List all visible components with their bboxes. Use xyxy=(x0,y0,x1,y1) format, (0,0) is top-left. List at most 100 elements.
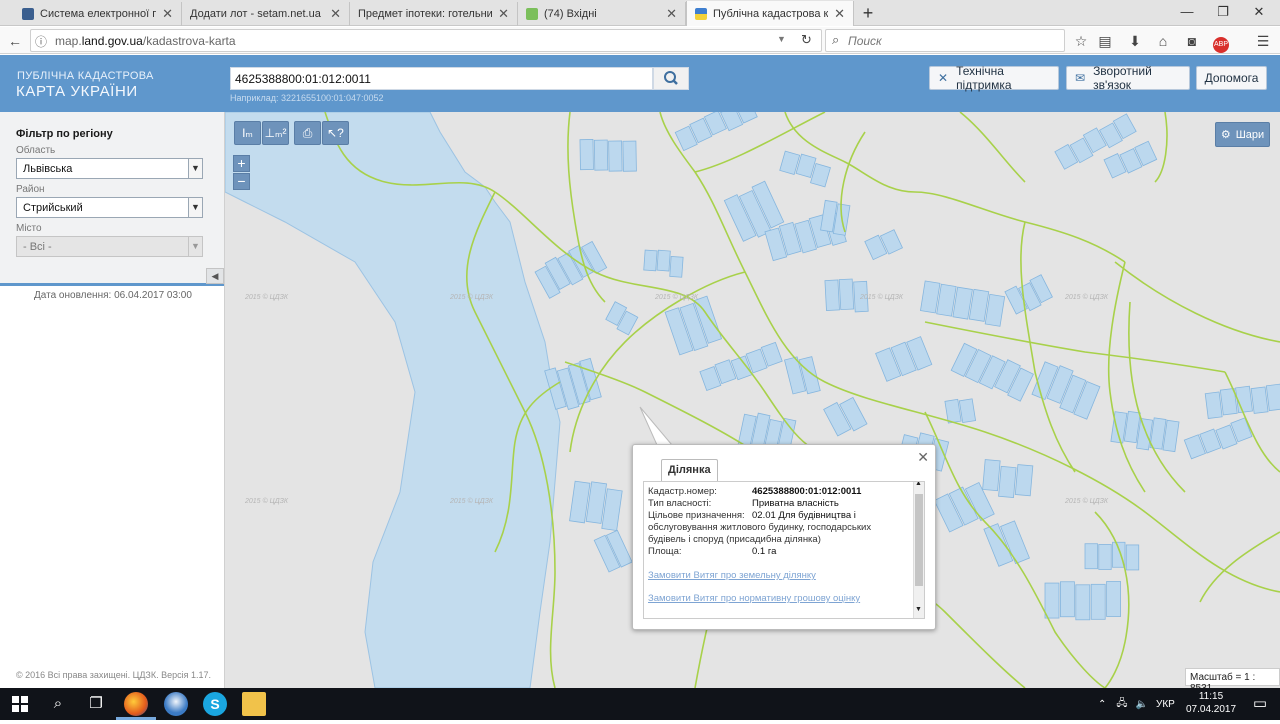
cadastral-number-input[interactable]: 4625388800:01:012:0011 xyxy=(230,67,653,90)
parcel-group[interactable] xyxy=(823,395,868,439)
measure-length-button[interactable]: Iₘ xyxy=(234,121,261,145)
close-icon[interactable]: ✕ xyxy=(917,449,929,466)
land-parcel[interactable] xyxy=(656,249,671,272)
parcel-group[interactable] xyxy=(950,339,1034,403)
layers-button[interactable]: ⚙ Шари xyxy=(1215,122,1270,147)
tray-expand-icon[interactable]: ⌃ xyxy=(1098,699,1106,710)
land-parcel[interactable] xyxy=(920,280,941,314)
close-tab-icon[interactable]: ✕ xyxy=(330,6,341,22)
feedback-button[interactable]: ✉ Зворотний зв'язок xyxy=(1066,64,1190,92)
land-parcel[interactable] xyxy=(1014,464,1034,497)
land-parcel[interactable] xyxy=(1125,544,1140,571)
parcel-group[interactable] xyxy=(1044,581,1121,621)
file-explorer-icon[interactable] xyxy=(234,688,274,720)
task-view-icon[interactable]: ❐ xyxy=(76,688,116,720)
parcel-group[interactable] xyxy=(875,336,933,383)
parcel-group[interactable] xyxy=(1204,382,1280,419)
land-parcel[interactable] xyxy=(1075,584,1091,621)
land-parcel[interactable] xyxy=(984,293,1006,327)
browser-tab-1[interactable]: Система електронної по... ✕ xyxy=(14,2,182,26)
land-parcel[interactable] xyxy=(643,249,658,272)
close-tab-icon[interactable]: ✕ xyxy=(834,6,845,22)
firefox-icon[interactable] xyxy=(116,688,156,720)
tech-support-button[interactable]: ✕ Технічна підтримка xyxy=(929,64,1059,92)
cadastral-map[interactable]: 2015 © ЦДЗК 2015 © ЦДЗК 2015 © ЦДЗК 2015… xyxy=(225,112,1280,688)
browser-search-field[interactable]: ⌕ Поиск xyxy=(825,29,1065,52)
search-icon[interactable]: ⌕ xyxy=(38,688,78,720)
parcel-group[interactable] xyxy=(1084,541,1140,571)
land-parcel[interactable] xyxy=(968,288,990,322)
land-parcel[interactable] xyxy=(958,398,977,424)
system-clock[interactable]: 11:15 07.04.2017 xyxy=(1186,690,1236,716)
volume-icon[interactable]: 🔈 xyxy=(1136,699,1148,710)
identify-button[interactable]: ↖? xyxy=(322,121,349,145)
browser-tab-4[interactable]: (74) Вхідні ✕ xyxy=(518,2,686,26)
collapse-sidebar-button[interactable]: ◀ xyxy=(206,268,224,284)
land-parcel[interactable] xyxy=(593,139,609,171)
land-parcel[interactable] xyxy=(1090,583,1106,620)
parcel-group[interactable] xyxy=(593,529,633,573)
land-parcel[interactable] xyxy=(1265,383,1280,412)
parcel-group[interactable] xyxy=(1031,360,1102,420)
back-arrow-icon[interactable]: ← xyxy=(4,30,26,52)
land-parcel[interactable] xyxy=(1084,543,1098,570)
district-select[interactable]: Стрийський ▼ xyxy=(16,197,203,218)
new-tab-button[interactable]: + xyxy=(858,3,878,23)
land-parcel[interactable] xyxy=(998,465,1017,498)
notifications-icon[interactable]: ▭ xyxy=(1240,688,1280,720)
land-parcel[interactable] xyxy=(1060,581,1075,618)
thunderbird-icon[interactable] xyxy=(156,688,196,720)
home-icon[interactable]: ⌂ xyxy=(1152,30,1174,52)
help-button[interactable]: Допомога xyxy=(1196,66,1267,90)
parcel-group[interactable] xyxy=(604,301,639,336)
reading-list-icon[interactable]: ▤ xyxy=(1094,30,1116,52)
land-parcel[interactable] xyxy=(1204,391,1223,419)
land-parcel[interactable] xyxy=(1250,386,1269,414)
scrollbar-thumb[interactable] xyxy=(915,494,923,586)
cadastral-search-button[interactable] xyxy=(653,67,689,90)
dropdown-arrow-icon[interactable]: ▼ xyxy=(777,34,786,44)
windows-start-icon[interactable] xyxy=(0,688,40,720)
adblock-icon[interactable]: ABP xyxy=(1210,30,1232,53)
tab-parcel[interactable]: Ділянка xyxy=(661,459,718,481)
pocket-icon[interactable]: ◙ xyxy=(1181,30,1203,52)
parcel-group[interactable] xyxy=(674,112,758,152)
scroll-down-icon[interactable]: ▼ xyxy=(915,606,922,613)
parcel-group[interactable] xyxy=(699,341,783,392)
downloads-icon[interactable]: ⬇ xyxy=(1124,30,1146,52)
restore-window-button[interactable]: ❐ xyxy=(1208,2,1238,22)
bookmark-star-icon[interactable]: ☆ xyxy=(1070,30,1092,52)
land-parcel[interactable] xyxy=(1106,581,1121,617)
close-tab-icon[interactable]: ✕ xyxy=(498,6,509,22)
popup-scrollbar[interactable]: ▲ ▼ xyxy=(913,482,924,618)
land-parcel[interactable] xyxy=(936,283,957,317)
land-parcel[interactable] xyxy=(622,140,637,172)
parcel-group[interactable] xyxy=(920,280,1006,327)
parcel-group[interactable] xyxy=(569,479,623,532)
menu-hamburger-icon[interactable]: ☰ xyxy=(1252,30,1274,52)
parcel-group[interactable] xyxy=(1183,417,1253,461)
close-tab-icon[interactable]: ✕ xyxy=(666,6,677,22)
land-parcel[interactable] xyxy=(608,140,623,172)
parcel-group[interactable] xyxy=(779,150,832,188)
address-bar[interactable]: ⓘ map.land.gov.ua/kadastrova-karta ▼ ↻ xyxy=(30,29,822,52)
region-select[interactable]: Львівська ▼ xyxy=(16,158,203,179)
land-parcel[interactable] xyxy=(952,286,973,320)
parcel-group[interactable] xyxy=(864,228,903,261)
zoom-out-button[interactable]: − xyxy=(233,173,250,190)
scroll-up-icon[interactable]: ▲ xyxy=(915,482,922,487)
land-parcel[interactable] xyxy=(669,256,684,278)
skype-icon[interactable]: S xyxy=(195,688,235,720)
reload-icon[interactable]: ↻ xyxy=(801,32,812,48)
land-parcel[interactable] xyxy=(579,139,594,171)
city-select[interactable]: - Всі - ▼ xyxy=(16,236,203,257)
parcel-group[interactable] xyxy=(983,517,1030,569)
parcel-group[interactable] xyxy=(643,249,684,278)
land-parcel[interactable] xyxy=(838,278,855,311)
network-icon[interactable]: 🖧 xyxy=(1116,696,1127,713)
parcel-group[interactable] xyxy=(982,459,1034,499)
close-tab-icon[interactable]: ✕ xyxy=(162,6,173,22)
measure-area-button[interactable]: ⊥ₘ² xyxy=(262,121,289,145)
land-parcel[interactable] xyxy=(1044,582,1060,619)
land-parcel[interactable] xyxy=(944,398,962,424)
